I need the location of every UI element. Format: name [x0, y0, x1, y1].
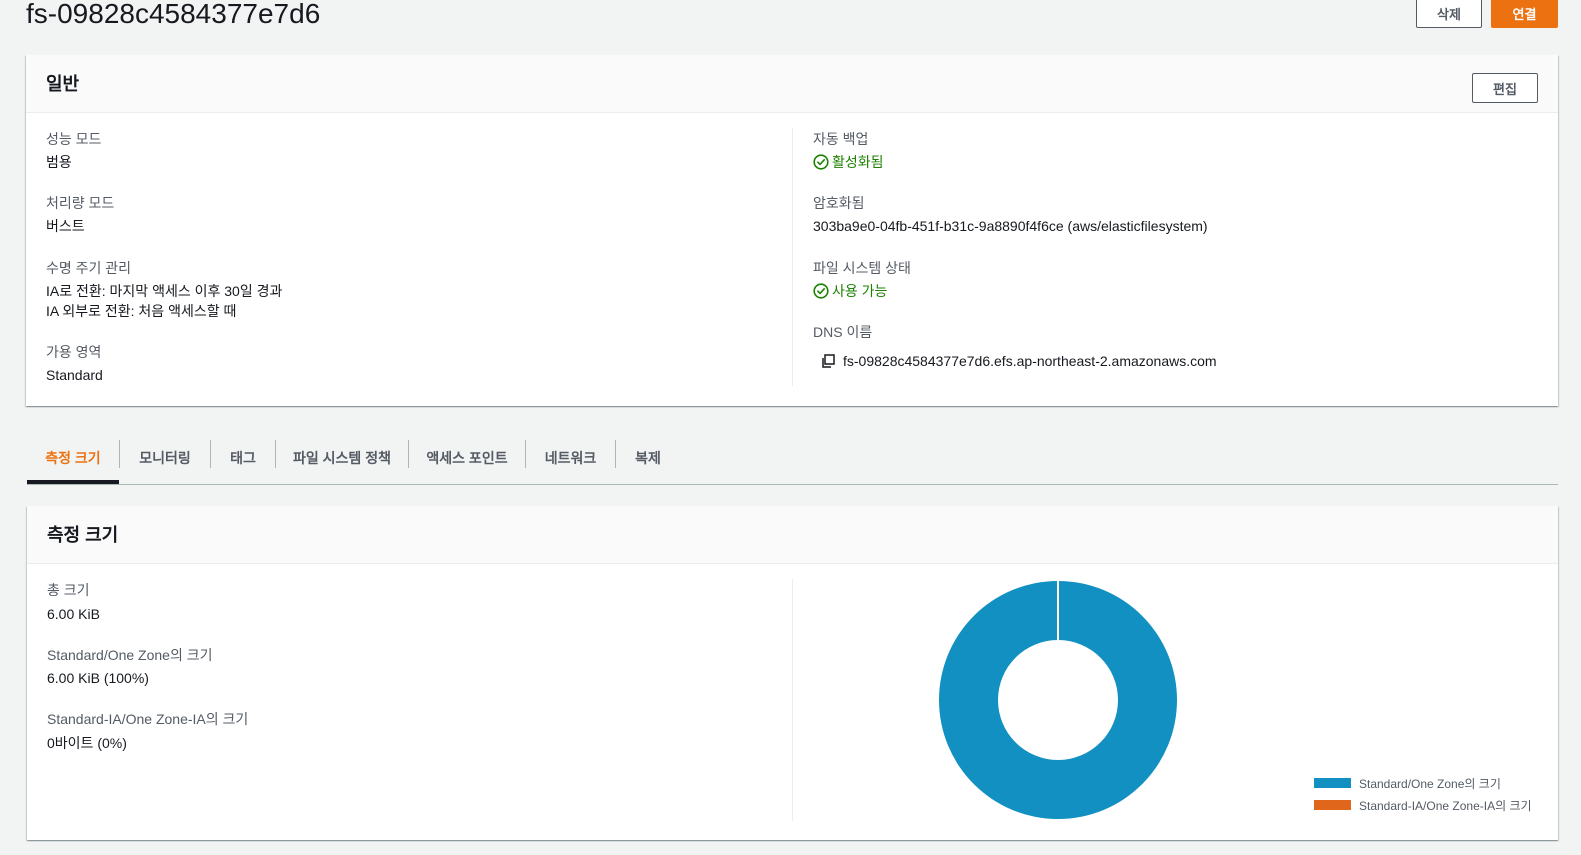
storage-donut-chart	[939, 581, 1177, 819]
availability-zone-value: Standard	[46, 367, 103, 383]
fs-state-label: 파일 시스템 상태	[813, 260, 911, 276]
edit-button[interactable]: 편집	[1472, 73, 1538, 103]
tab-metered-size[interactable]: 측정 크기	[27, 432, 119, 484]
standard-size-value: 6.00 KiB (100%)	[47, 670, 149, 686]
check-circle-icon	[813, 283, 829, 299]
dns-label: DNS 이름	[813, 324, 873, 340]
lifecycle-label: 수명 주기 관리	[46, 260, 132, 276]
dns-value: fs-09828c4584377e7d6.efs.ap-northeast-2.…	[843, 353, 1217, 369]
legend-item-ia[interactable]: Standard-IA/One Zone-IA의 크기	[1314, 794, 1532, 816]
fs-state-status: 사용 가능	[813, 281, 887, 301]
page-title: fs-09828c4584377e7d6	[26, 0, 321, 29]
auto-backup-label: 자동 백업	[813, 131, 869, 147]
tab-network[interactable]: 네트워크	[526, 432, 615, 484]
copy-icon[interactable]	[820, 353, 836, 369]
tab-access-points[interactable]: 액세스 포인트	[409, 432, 525, 484]
total-size-label: 총 크기	[47, 582, 90, 598]
ia-size-value: 0바이트 (0%)	[47, 735, 127, 751]
legend-swatch-ia	[1314, 800, 1351, 810]
legend-swatch-standard	[1314, 778, 1351, 788]
fs-state-value: 사용 가능	[832, 283, 888, 299]
total-size-value: 6.00 KiB	[47, 606, 100, 622]
lifecycle-value-line2: IA 외부로 전환: 처음 액세스할 때	[46, 303, 237, 319]
general-panel: 일반 성능 모드 범용 처리량 모드 버스트 수명 주기 관리 IA로 전환: …	[26, 55, 1558, 406]
tab-replication[interactable]: 복제	[616, 432, 680, 484]
lifecycle-value-line1: IA로 전환: 마지막 액세스 이후 30일 경과	[46, 283, 283, 299]
availability-zone-label: 가용 영역	[46, 344, 102, 360]
general-panel-header: 일반	[26, 55, 1558, 113]
active-tab-indicator	[27, 480, 119, 484]
tab-bar: 측정 크기 모니터링 태그 파일 시스템 정책 액세스 포인트 네트워크 복제	[27, 432, 1558, 485]
auto-backup-value: 활성화됨	[832, 154, 884, 170]
tab-tags[interactable]: 태그	[211, 432, 275, 484]
delete-button[interactable]: 삭제	[1416, 0, 1482, 28]
connect-button[interactable]: 연결	[1491, 0, 1558, 28]
check-circle-icon	[813, 154, 829, 170]
general-column-divider	[792, 128, 793, 386]
metered-column-divider	[792, 579, 793, 821]
legend-item-standard[interactable]: Standard/One Zone의 크기	[1314, 772, 1532, 794]
auto-backup-status: 활성화됨	[813, 152, 884, 172]
legend-label-standard: Standard/One Zone의 크기	[1359, 776, 1501, 791]
encryption-value: 303ba9e0-04fb-451f-b31c-9a8890f4f6ce (aw…	[813, 218, 1208, 234]
performance-mode-label: 성능 모드	[46, 131, 102, 147]
performance-mode-value: 범용	[46, 154, 72, 170]
chart-legend: Standard/One Zone의 크기 Standard-IA/One Zo…	[1314, 772, 1532, 816]
metered-size-panel-title: 측정 크기	[47, 525, 119, 545]
throughput-mode-value: 버스트	[46, 218, 85, 234]
throughput-mode-label: 처리량 모드	[46, 195, 115, 211]
metered-size-panel-header: 측정 크기	[27, 506, 1558, 564]
encryption-label: 암호화됨	[813, 195, 865, 211]
legend-label-ia: Standard-IA/One Zone-IA의 크기	[1359, 798, 1532, 813]
ia-size-label: Standard-IA/One Zone-IA의 크기	[47, 711, 249, 727]
general-panel-title: 일반	[46, 74, 80, 94]
standard-size-label: Standard/One Zone의 크기	[47, 647, 213, 663]
tab-fs-policy[interactable]: 파일 시스템 정책	[276, 432, 408, 484]
tab-monitoring[interactable]: 모니터링	[120, 432, 210, 484]
